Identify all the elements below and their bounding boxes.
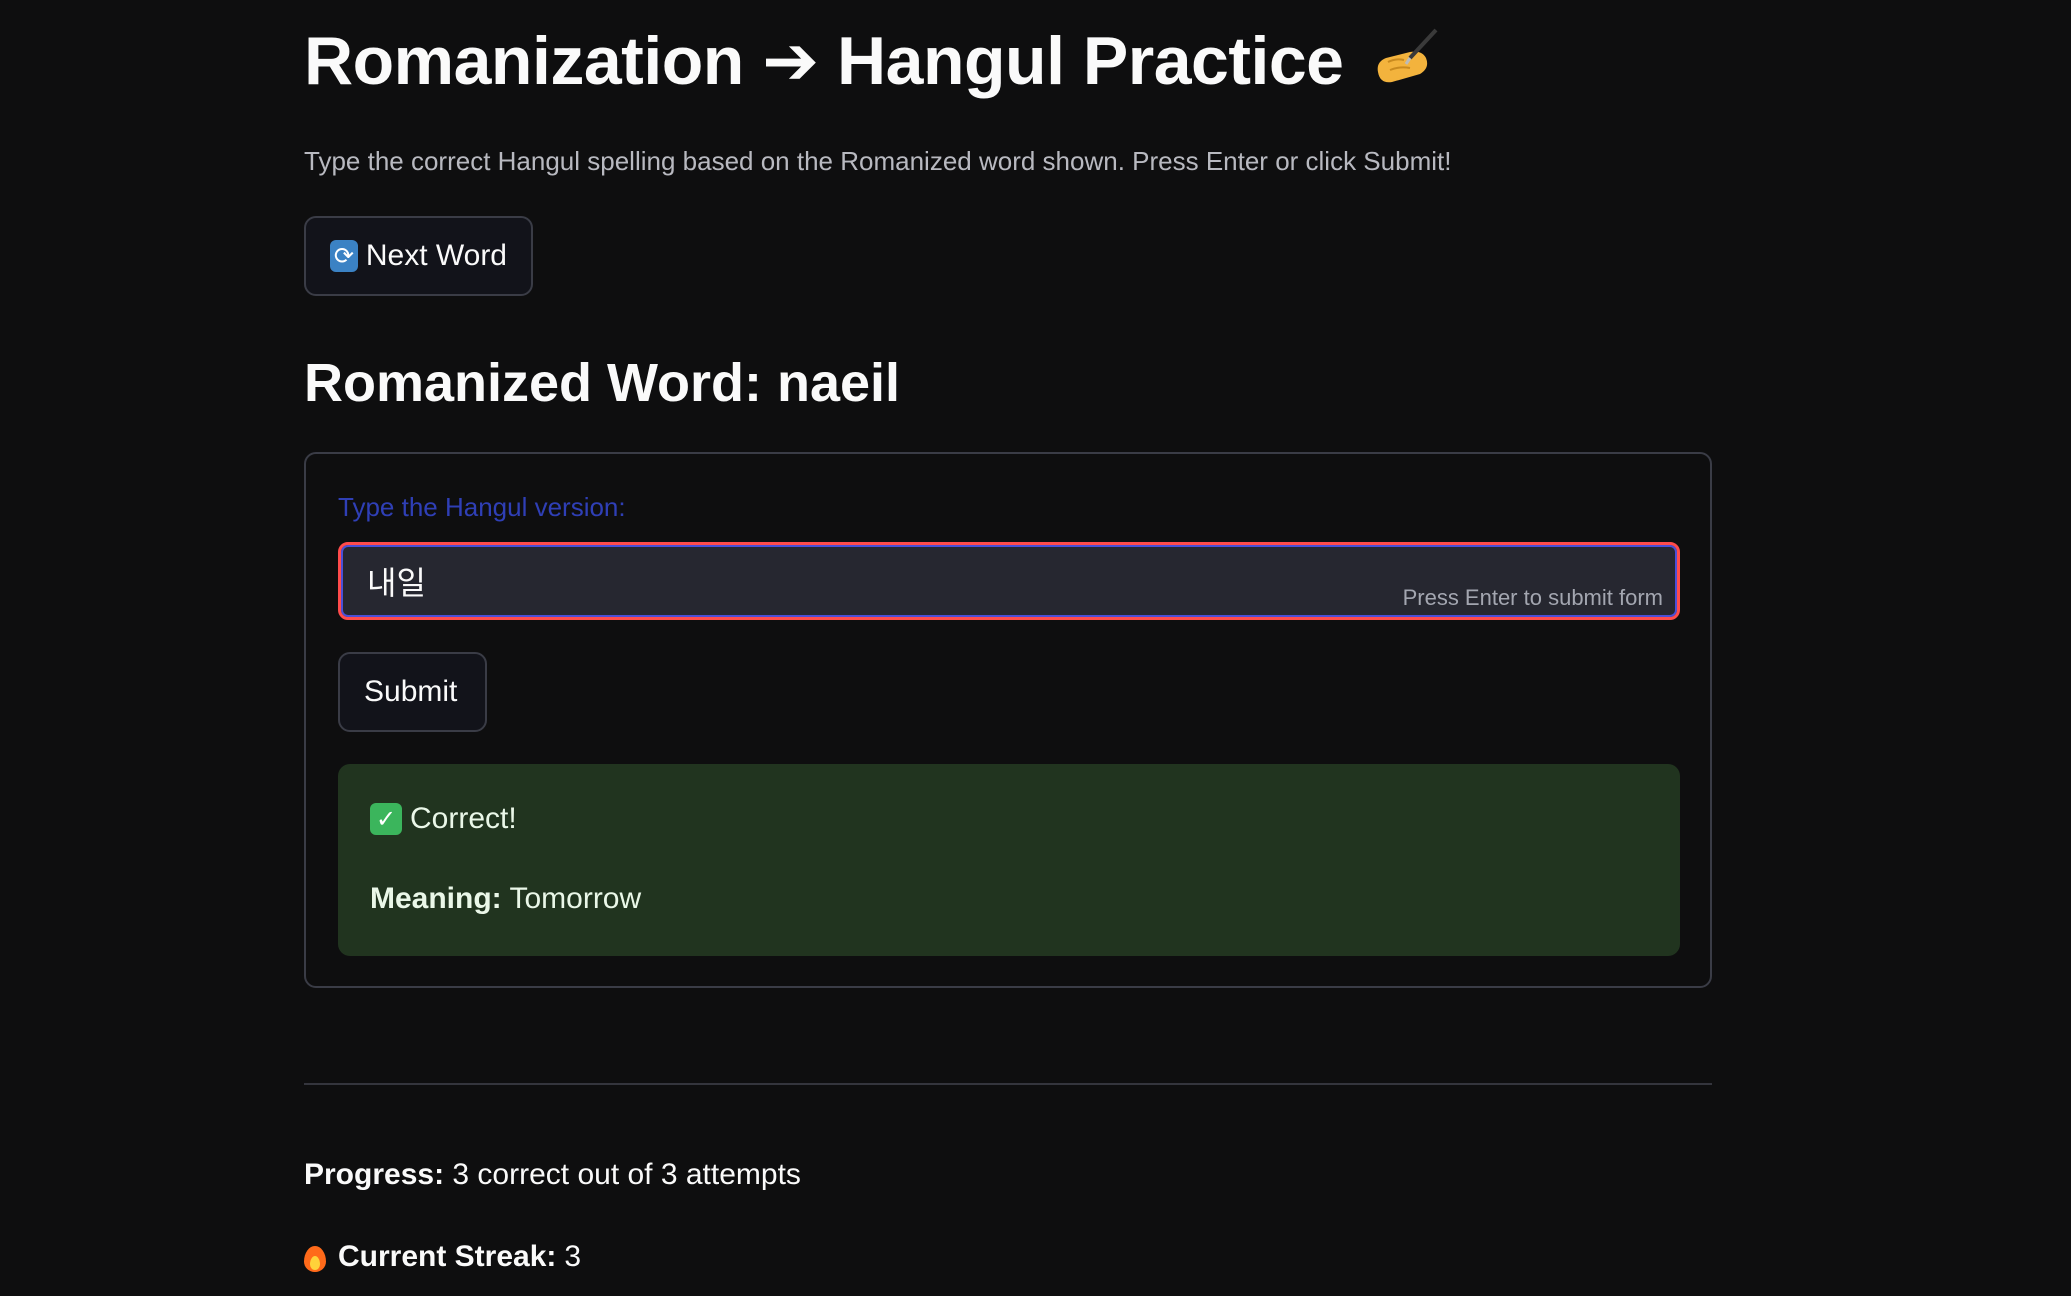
meaning-label: Meaning: bbox=[370, 882, 502, 915]
progress-stat: Progress: 3 correct out of 3 attempts bbox=[304, 1158, 801, 1192]
streak-label: Current Streak: bbox=[338, 1240, 557, 1273]
next-word-button[interactable]: ⟳ Next Word bbox=[304, 216, 533, 296]
next-word-label: Next Word bbox=[365, 239, 507, 272]
result-status: ✓ Correct! bbox=[370, 802, 517, 836]
page-title-text: Romanization ➔ Hangul Practice bbox=[304, 23, 1344, 99]
answer-form: Type the Hangul version: Press Enter to … bbox=[304, 452, 1712, 988]
input-submit-hint: Press Enter to submit form bbox=[1402, 585, 1663, 610]
refresh-icon: ⟳ bbox=[330, 240, 358, 272]
page-subtitle: Type the correct Hangul spelling based o… bbox=[304, 146, 1452, 176]
result-alert: ✓ Correct! Meaning: Tomorrow bbox=[338, 764, 1680, 956]
fire-icon bbox=[304, 1242, 326, 1272]
progress-label: Progress: bbox=[304, 1158, 445, 1191]
progress-text: 3 correct out of 3 attempts bbox=[452, 1158, 801, 1191]
hangul-input[interactable] bbox=[367, 545, 1267, 617]
hangul-field-label: Type the Hangul version: bbox=[338, 492, 626, 522]
page-title: Romanization ➔ Hangul Practice bbox=[304, 22, 1440, 101]
streak-value: 3 bbox=[564, 1240, 582, 1273]
meaning-value: Tomorrow bbox=[509, 882, 642, 915]
hangul-input-container: Press Enter to submit form bbox=[338, 542, 1680, 620]
section-divider bbox=[304, 1083, 1712, 1085]
romanized-word-heading: Romanized Word: naeil bbox=[304, 353, 901, 413]
check-mark-icon: ✓ bbox=[370, 803, 402, 835]
result-status-text: Correct! bbox=[410, 802, 517, 835]
submit-button[interactable]: Submit bbox=[338, 652, 487, 732]
result-meaning: Meaning: Tomorrow bbox=[370, 882, 641, 916]
streak-stat: Current Streak: 3 bbox=[304, 1240, 581, 1274]
writing-hand-icon bbox=[1370, 22, 1440, 100]
